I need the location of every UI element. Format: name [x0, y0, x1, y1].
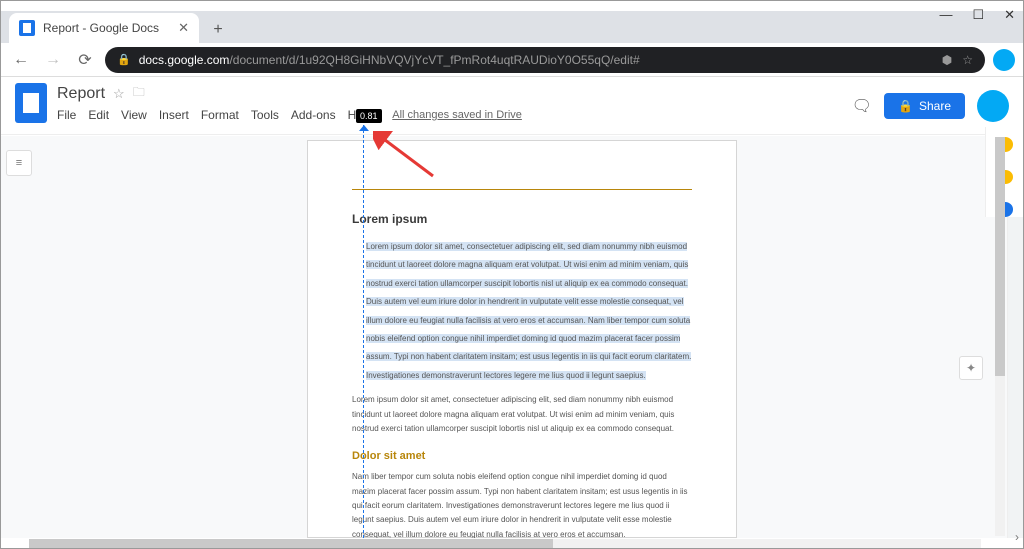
menu-view[interactable]: View [121, 108, 147, 122]
annotation-arrow [373, 131, 443, 186]
explore-button[interactable]: ✦ [959, 356, 983, 380]
browser-tabstrip: Report - Google Docs ✕ + [1, 11, 1023, 43]
docs-header: Report ☆ 🗀 File Edit View Insert Format … [1, 77, 1023, 135]
lock-icon: 🔒 [117, 53, 131, 66]
profile-avatar[interactable] [993, 49, 1015, 71]
indent-tooltip: 0.81 [356, 109, 382, 123]
horizontal-scrollbar[interactable] [29, 539, 981, 548]
browser-toolbar: ← → ⟳ 🔒 docs.google.com/document/d/1u92Q… [1, 43, 1023, 77]
window-minimize[interactable]: — [939, 7, 952, 23]
title-rule [352, 189, 692, 190]
move-folder-icon[interactable]: 🗀 [133, 83, 145, 104]
document-page[interactable]: Lorem ipsum Lorem ipsum dolor sit amet, … [307, 140, 737, 538]
back-button[interactable]: ← [9, 48, 33, 72]
paragraph-selected[interactable]: Lorem ipsum dolor sit amet, consectetuer… [366, 242, 691, 380]
scrollbar-thumb[interactable] [29, 539, 553, 548]
url-host: docs.google.com [139, 53, 230, 67]
document-workspace: ≡ Lorem ipsum Lorem ipsum dolor sit amet… [1, 136, 1007, 538]
docs-favicon [19, 20, 35, 36]
heading-2[interactable]: Dolor sit amet [352, 450, 692, 462]
paragraph[interactable]: Nam liber tempor cum soluta nobis eleife… [352, 470, 692, 538]
indent-marker[interactable] [359, 125, 369, 133]
heading-1[interactable]: Lorem ipsum [352, 212, 692, 226]
forward-button[interactable]: → [41, 48, 65, 72]
share-button[interactable]: 🔒 Share [884, 93, 965, 119]
comments-icon[interactable]: 🗨 [852, 96, 872, 116]
menu-edit[interactable]: Edit [88, 108, 109, 122]
window-maximize[interactable]: ☐ [972, 7, 984, 23]
share-lock-icon: 🔒 [898, 99, 913, 113]
star-icon[interactable]: ☆ [113, 86, 125, 102]
scrollbar-thumb[interactable] [995, 137, 1005, 376]
address-bar[interactable]: 🔒 docs.google.com/document/d/1u92QH8GiHN… [105, 47, 985, 73]
window-close[interactable]: ✕ [1004, 7, 1015, 23]
menu-file[interactable]: File [57, 108, 76, 122]
paragraph[interactable]: Lorem ipsum dolor sit amet, consectetuer… [352, 393, 692, 436]
save-status[interactable]: All changes saved in Drive [392, 109, 522, 121]
side-panel-toggle[interactable]: › [1015, 530, 1019, 544]
menu-format[interactable]: Format [201, 108, 239, 122]
menu-tools[interactable]: Tools [251, 108, 279, 122]
menu-bar: File Edit View Insert Format Tools Add-o… [57, 108, 852, 122]
reload-button[interactable]: ⟳ [73, 48, 97, 72]
url-path: /document/d/1u92QH8GiHNbVQVjYcVT_fPmRot4… [229, 53, 639, 67]
outline-toggle-button[interactable]: ≡ [6, 150, 32, 176]
vertical-scrollbar[interactable] [995, 137, 1005, 536]
browser-tab[interactable]: Report - Google Docs ✕ [9, 13, 199, 43]
docs-logo[interactable] [15, 83, 47, 123]
tab-close-icon[interactable]: ✕ [178, 20, 189, 36]
share-label: Share [919, 99, 951, 113]
tab-title: Report - Google Docs [43, 21, 159, 35]
indent-guide-line [363, 125, 364, 538]
bookmark-star-icon[interactable]: ☆ [962, 53, 973, 67]
new-tab-button[interactable]: + [205, 17, 231, 43]
document-title[interactable]: Report [57, 85, 105, 103]
document-canvas[interactable]: Lorem ipsum Lorem ipsum dolor sit amet, … [37, 136, 1007, 538]
account-avatar[interactable] [977, 90, 1009, 122]
menu-addons[interactable]: Add-ons [291, 108, 336, 122]
menu-insert[interactable]: Insert [159, 108, 189, 122]
extension-icon[interactable]: ⬢ [942, 53, 952, 67]
